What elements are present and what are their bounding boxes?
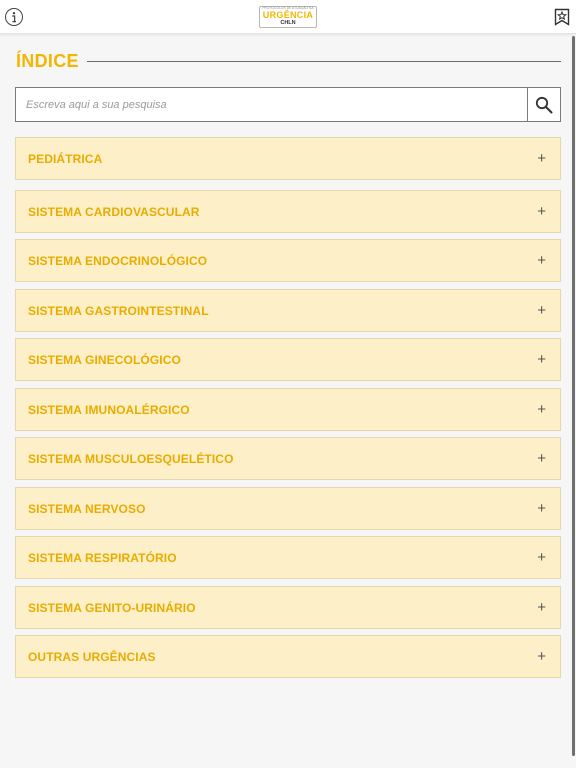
expand-icon: + (537, 252, 546, 269)
index-item-imunoalergico[interactable]: SISTEMA IMUNOALÉRGICO + (15, 388, 561, 431)
index-item-label: SISTEMA MUSCULOESQUELÉTICO (28, 451, 234, 466)
page-title: ÍNDICE (16, 50, 79, 71)
scrollbar[interactable] (572, 36, 575, 756)
logo-line-3: CHLN (280, 20, 296, 27)
info-icon (12, 12, 16, 23)
expand-icon: + (537, 302, 546, 319)
index-item-label: SISTEMA CARDIOVASCULAR (28, 204, 200, 219)
search-bar (15, 87, 561, 122)
index-item-endocrinologico[interactable]: SISTEMA ENDOCRINOLÓGICO + (15, 239, 561, 282)
expand-icon: + (537, 203, 546, 220)
index-item-label: SISTEMA IMUNOALÉRGICO (28, 402, 190, 417)
logo-line-2: URGÊNCIA (262, 10, 314, 21)
expand-icon: + (537, 648, 546, 665)
expand-icon: + (537, 500, 546, 517)
index-item-label: OUTRAS URGÊNCIAS (28, 649, 156, 664)
index-item-label: SISTEMA RESPIRATÓRIO (28, 550, 177, 565)
index-item-ginecologico[interactable]: SISTEMA GINECOLÓGICO + (15, 338, 561, 381)
index-item-label: SISTEMA NERVOSO (28, 501, 146, 516)
index-item-outras-urgencias[interactable]: OUTRAS URGÊNCIAS + (15, 635, 561, 678)
bookmark-star-icon (554, 8, 570, 26)
index-item-respiratorio[interactable]: SISTEMA RESPIRATÓRIO + (15, 536, 561, 579)
expand-icon: + (537, 401, 546, 418)
index-item-cardiovascular[interactable]: SISTEMA CARDIOVASCULAR + (15, 190, 561, 233)
index-item-nervoso[interactable]: SISTEMA NERVOSO + (15, 487, 561, 530)
top-bar: PROTOCOLOS DE ATUAÇÃO NA URGÊNCIA CHLN (0, 0, 576, 34)
index-item-label: PEDIÁTRICA (28, 151, 103, 166)
index-item-musculoesqueletico[interactable]: SISTEMA MUSCULOESQUELÉTICO + (15, 437, 561, 480)
expand-icon: + (537, 450, 546, 467)
index-heading: ÍNDICE (16, 48, 561, 74)
search-icon (535, 96, 553, 113)
expand-icon: + (537, 351, 546, 368)
index-item-label: SISTEMA GASTROINTESTINAL (28, 303, 209, 318)
search-button[interactable] (527, 88, 560, 121)
index-item-label: SISTEMA ENDOCRINOLÓGICO (28, 253, 208, 268)
favorites-button[interactable] (554, 8, 570, 26)
expand-icon: + (537, 150, 546, 167)
app-logo[interactable]: PROTOCOLOS DE ATUAÇÃO NA URGÊNCIA CHLN (259, 6, 317, 28)
info-button[interactable] (5, 8, 23, 26)
index-item-genito-urinario[interactable]: SISTEMA GENITO-URINÁRIO + (15, 586, 561, 629)
index-item-gastrointestinal[interactable]: SISTEMA GASTROINTESTINAL + (15, 289, 561, 332)
search-input[interactable] (16, 88, 527, 121)
title-divider (86, 60, 561, 62)
index-item-label: SISTEMA GENITO-URINÁRIO (28, 600, 196, 615)
expand-icon: + (537, 549, 546, 566)
index-item-label: SISTEMA GINECOLÓGICO (28, 352, 181, 367)
expand-icon: + (537, 599, 546, 616)
index-item-pediatrica[interactable]: PEDIÁTRICA + (15, 137, 561, 180)
